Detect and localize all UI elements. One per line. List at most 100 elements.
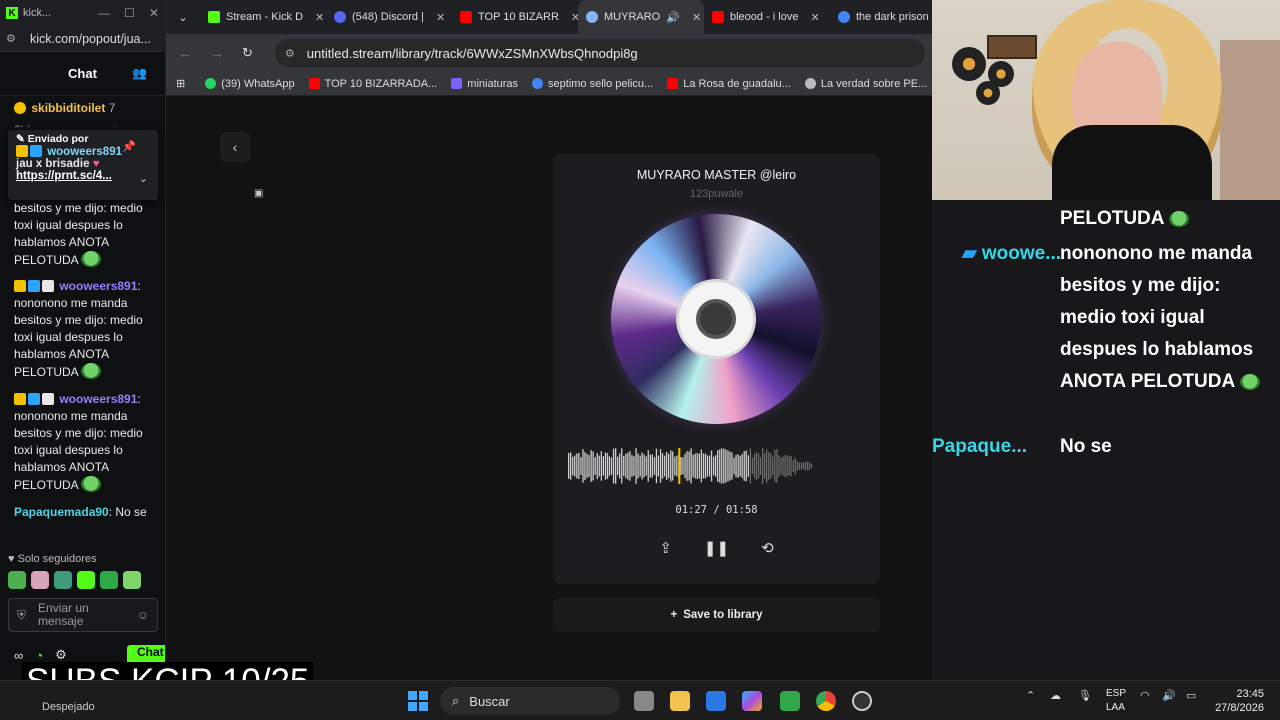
pinned-link[interactable]: https://prnt.sc/4... <box>16 170 150 182</box>
bookmark-item[interactable]: TOP 10 BIZARRADA... <box>308 78 437 90</box>
pinned-message[interactable]: ✎ Enviado por wooweers891 jau x brisadie… <box>8 130 158 200</box>
waveform-bar <box>772 456 774 476</box>
browser-tab[interactable]: (548) Discord | ✕ <box>326 0 452 34</box>
microphone-icon[interactable]: 🎙 <box>1078 689 1092 702</box>
browser-tab[interactable]: Stream - Kick D ✕ <box>200 0 326 34</box>
overlay-text: nononono me manda besitos y me dijo: med… <box>1060 243 1254 392</box>
site-settings-icon[interactable]: ⚙ <box>6 32 20 45</box>
timeout-icon[interactable]: ◔ <box>35 648 43 663</box>
chat-username[interactable]: Papaquemada90 <box>14 505 109 519</box>
gear-icon[interactable]: ⚙ <box>55 647 67 663</box>
spreadsheet-app-icon[interactable] <box>780 691 800 711</box>
overlay-message: nononono me manda besitos y me dijo: med… <box>1060 238 1275 398</box>
browser-tab[interactable]: bleood - i love ✕ <box>704 0 830 34</box>
site-info-icon[interactable]: ⚙ <box>285 47 295 60</box>
chat-message-text: besitos y me dijo: medio toxi igual desp… <box>14 201 143 267</box>
cloud-icon[interactable]: ☁ <box>1050 689 1061 702</box>
stream-chat-overlay: PELOTUDA ▰ woowe... nononono me manda be… <box>932 200 1280 680</box>
tab-close-icon[interactable]: ✕ <box>315 11 324 24</box>
wifi-icon[interactable]: ◠ <box>1140 689 1150 702</box>
weather-widget[interactable]: Despejado <box>42 701 95 713</box>
task-view-icon[interactable] <box>634 691 654 711</box>
chevron-left-icon: ‹ <box>232 139 238 155</box>
pepe-emote-icon <box>1169 211 1190 227</box>
bookmark-item[interactable]: La verdad sobre PE... <box>804 78 927 90</box>
input-language[interactable]: ESP LAA <box>1106 687 1126 715</box>
emote-icon[interactable] <box>8 571 26 589</box>
youtube-tab-icon <box>712 11 724 23</box>
chat-message-cut: 9bluereu: como entre <box>14 117 165 127</box>
tab-close-icon[interactable]: ✕ <box>571 11 578 24</box>
forward-arrow-icon[interactable]: → <box>210 45 224 61</box>
chat-users-icon[interactable]: 👥 <box>132 66 147 80</box>
windows-taskbar: Despejado ⌕ Buscar ⌃ ☁ 🎙 ESP LAA ◠ 🔊 ▭ 2… <box>0 680 1280 720</box>
shelf <box>1220 40 1280 200</box>
maximize-icon[interactable]: ☐ <box>124 6 135 20</box>
browser-tab[interactable]: the dark prison <box>830 0 930 34</box>
waveform-scrubber[interactable] <box>568 448 813 484</box>
chevron-down-icon[interactable]: ⌄ <box>139 172 148 185</box>
google-icon <box>532 78 544 89</box>
waveform-bar <box>706 455 709 477</box>
browser-tab-active[interactable]: MUYRARO 🔊 ✕ <box>578 0 704 34</box>
store-icon[interactable] <box>706 691 726 711</box>
waveform-bar <box>674 456 676 476</box>
save-to-library-button[interactable]: + Save to library <box>553 598 880 632</box>
bookmark-item[interactable]: La Rosa de guadalu... <box>667 78 791 90</box>
tab-close-icon[interactable]: ✕ <box>436 11 445 24</box>
playhead[interactable] <box>678 448 681 484</box>
windows-start-icon[interactable] <box>408 691 428 711</box>
emote-icon[interactable] <box>54 571 72 589</box>
pinned-user[interactable]: wooweers891 <box>47 146 122 158</box>
save-label: Save to library <box>683 609 763 621</box>
waveform-bar <box>598 455 600 477</box>
chat-input[interactable]: ⛨ Enviar un mensaje ☺ <box>8 598 158 632</box>
browser-tab[interactable]: TOP 10 BIZARR ✕ <box>452 0 578 34</box>
bookmark-item[interactable]: septimo sello pelicu... <box>532 78 653 90</box>
emote-icon[interactable] <box>77 571 95 589</box>
pin-icon[interactable]: 📌 <box>122 140 136 153</box>
kick-url-bar[interactable]: ⚙ kick.com/popout/jua... <box>0 26 165 52</box>
copilot-icon[interactable] <box>742 691 762 711</box>
taskbar-clock[interactable]: 23:45 27/8/2026 <box>1215 687 1264 715</box>
battery-icon[interactable]: ▭ <box>1186 689 1196 702</box>
obs-icon[interactable] <box>852 691 872 711</box>
close-icon[interactable]: ✕ <box>149 6 159 20</box>
volume-icon[interactable]: 🔊 <box>1162 689 1176 702</box>
taskbar-search[interactable]: ⌕ Buscar <box>440 687 620 715</box>
waveform-bar <box>602 456 604 476</box>
settings-dots-icon[interactable]: ∞ <box>14 648 23 663</box>
minimize-icon[interactable]: — <box>98 6 110 20</box>
bookmark-item[interactable]: miniaturas <box>451 78 518 90</box>
emote-icon[interactable] <box>100 571 118 589</box>
emote-icon[interactable] <box>123 571 141 589</box>
chat-username[interactable]: wooweers891 <box>59 392 137 406</box>
pepe-emote-icon <box>1239 374 1260 390</box>
repeat-icon[interactable]: ⟲ <box>761 539 774 557</box>
waveform-bar <box>661 453 664 479</box>
tab-close-icon[interactable]: ✕ <box>811 11 820 24</box>
back-arrow-icon[interactable]: ← <box>178 45 192 61</box>
heart-icon: ♥ <box>8 553 15 565</box>
audio-playing-icon[interactable]: 🔊 <box>666 11 680 24</box>
emote-icon[interactable] <box>31 571 49 589</box>
emoji-icon[interactable]: ☺ <box>137 608 149 622</box>
chat-username[interactable]: skibbiditoilet <box>31 101 105 115</box>
tab-close-icon[interactable]: ✕ <box>692 11 701 24</box>
share-icon[interactable]: ⇪ <box>659 539 672 557</box>
tab-search-icon[interactable]: ⌄ <box>166 0 200 34</box>
waveform-bar <box>713 456 715 476</box>
apps-grid-icon[interactable]: ⊞ <box>176 77 185 90</box>
reload-icon[interactable]: ↻ <box>242 45 253 61</box>
track-artist[interactable]: 123puwale <box>553 188 880 200</box>
waveform-bar <box>782 456 784 476</box>
file-explorer-icon[interactable] <box>670 691 690 711</box>
chevron-up-icon[interactable]: ⌃ <box>1026 689 1035 702</box>
chat-username[interactable]: wooweers891 <box>59 279 137 293</box>
chrome-icon[interactable] <box>816 691 836 711</box>
back-button[interactable]: ‹ <box>220 132 250 162</box>
waveform-bar <box>751 457 754 475</box>
address-bar[interactable]: ⚙ untitled.stream/library/track/6WWxZSMn… <box>274 39 925 67</box>
bookmark-item[interactable]: (39) WhatsApp <box>205 78 295 90</box>
pause-icon[interactable]: ❚❚ <box>704 539 729 557</box>
